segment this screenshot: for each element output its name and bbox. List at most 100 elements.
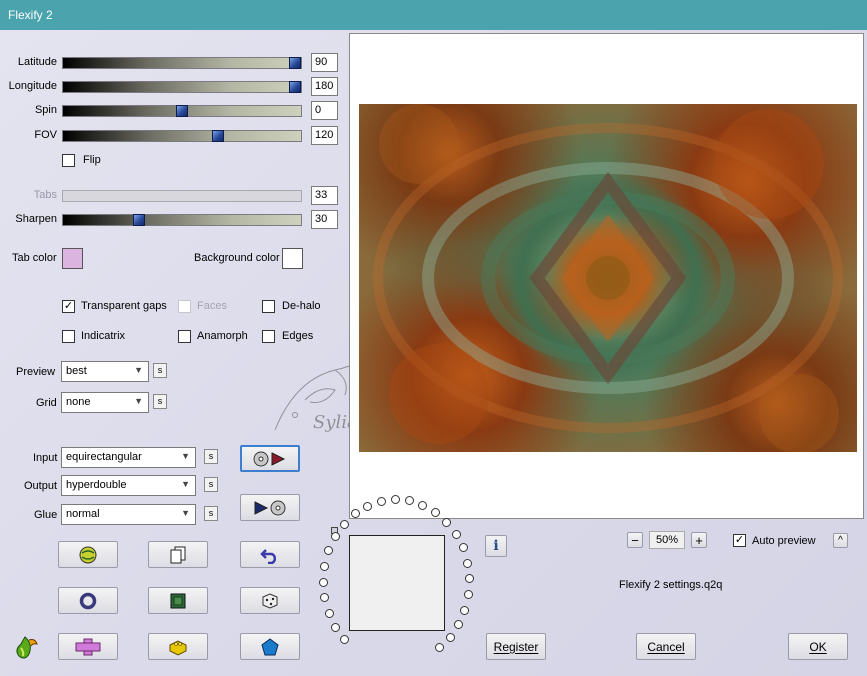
cancel-button[interactable]: Cancel (636, 633, 696, 660)
settings-filename: Flexify 2 settings.q2q (619, 579, 723, 591)
longitude-value-field[interactable]: 180 (311, 77, 338, 96)
randomize-button[interactable] (58, 541, 118, 568)
auto-preview-label: Auto preview (752, 535, 816, 547)
collapse-button[interactable]: ^ (833, 533, 848, 548)
navigator-dot (431, 508, 440, 517)
transparent-gaps-label: Transparent gaps (81, 300, 167, 312)
navigator-dot (325, 609, 334, 618)
sharpen-slider[interactable] (62, 214, 302, 226)
ring-button[interactable] (58, 587, 118, 614)
navigator-dot (377, 497, 386, 506)
navigator-dot (331, 623, 340, 632)
register-button[interactable]: Register (486, 633, 546, 660)
sharpen-value-field[interactable]: 30 (311, 210, 338, 229)
fov-value-field[interactable]: 120 (311, 126, 338, 145)
spin-value-field[interactable]: 0 (311, 101, 338, 120)
chevron-down-icon: ▼ (134, 396, 143, 406)
globe-icon (79, 546, 97, 563)
output-select[interactable]: hyperdouble ▼ (61, 475, 196, 496)
preview-image (359, 104, 857, 452)
tabs-value-field[interactable]: 33 (311, 186, 338, 205)
glue-select[interactable]: normal ▼ (61, 504, 196, 525)
copy-button[interactable] (148, 541, 208, 568)
anamorph-checkbox[interactable] (178, 330, 191, 343)
latitude-slider[interactable] (62, 57, 302, 69)
plus-icon: + (695, 532, 703, 548)
glue-label: Glue (34, 509, 58, 521)
longitude-slider[interactable] (62, 81, 302, 93)
ok-button[interactable]: OK (788, 633, 848, 660)
navigator-dot (465, 574, 474, 583)
tabs-label: Tabs (33, 189, 57, 201)
longitude-slider-thumb[interactable] (289, 81, 301, 93)
indicatrix-label: Indicatrix (81, 330, 126, 342)
preview-select-value: best (66, 365, 87, 377)
add-button[interactable] (58, 633, 118, 660)
output-to-input-button[interactable] (240, 494, 300, 521)
navigator-dot (460, 606, 469, 615)
navigator-dot (340, 520, 349, 529)
input-s-button[interactable]: s (204, 449, 218, 464)
chevron-down-icon: ▼ (181, 479, 190, 489)
navigator-dot (351, 509, 360, 518)
brick-button[interactable] (148, 633, 208, 660)
background-color-swatch[interactable] (282, 248, 303, 269)
navigator-dot (435, 643, 444, 652)
chevron-down-icon: ▼ (181, 508, 190, 518)
zoom-out-button[interactable]: − (627, 532, 643, 548)
preview-s-button[interactable]: s (153, 363, 167, 378)
latitude-slider-thumb[interactable] (289, 57, 301, 69)
ring-icon (79, 592, 97, 609)
output-label: Output (24, 480, 58, 492)
dehalo-checkbox[interactable] (262, 300, 275, 313)
preview-canvas[interactable] (349, 33, 864, 519)
latitude-value-field[interactable]: 90 (311, 53, 338, 72)
spin-slider-thumb[interactable] (176, 105, 188, 117)
output-s-button[interactable]: s (204, 477, 218, 492)
tab-color-label: Tab color (12, 252, 57, 264)
grid-select[interactable]: none ▼ (61, 392, 149, 413)
cancel-button-label: Cancel (647, 639, 685, 654)
tab-color-swatch[interactable] (62, 248, 83, 269)
output-select-value: hyperdouble (66, 479, 127, 491)
fov-slider[interactable] (62, 130, 302, 142)
navigator-dot (363, 502, 372, 511)
input-select[interactable]: equirectangular ▼ (61, 447, 196, 468)
sharpen-slider-thumb[interactable] (133, 214, 145, 226)
chevron-down-icon: ▼ (181, 451, 190, 461)
navigator-dot (418, 501, 427, 510)
plus-grid-icon (75, 638, 101, 655)
latitude-label: Latitude (17, 56, 57, 68)
pentagon-button[interactable] (240, 633, 300, 660)
navigator-thumbnail[interactable] (349, 535, 445, 631)
preview-label: Preview (16, 366, 56, 378)
preview-select[interactable]: best ▼ (61, 361, 149, 382)
copy-icon (170, 546, 186, 563)
grid-select-value: none (66, 396, 91, 408)
zoom-in-button[interactable]: + (691, 532, 707, 548)
glue-s-button[interactable]: s (204, 506, 218, 521)
navigator-dot (464, 590, 473, 599)
square-button[interactable] (148, 587, 208, 614)
flip-checkbox[interactable] (62, 154, 75, 167)
disc-to-play-icon (253, 451, 286, 466)
ok-button-label: OK (809, 639, 827, 654)
faces-checkbox[interactable] (178, 300, 191, 313)
navigator-dot (454, 620, 463, 629)
random-dice-button[interactable] (240, 587, 300, 614)
navigator-dot (340, 635, 349, 644)
chevron-up-icon: ^ (838, 535, 843, 546)
transparent-gaps-checkbox[interactable]: ✓ (62, 300, 75, 313)
play-to-disc-icon (254, 500, 286, 515)
navigator-dot (459, 543, 468, 552)
input-label: Input (33, 452, 58, 464)
auto-preview-checkbox[interactable]: ✓ (733, 534, 746, 547)
indicatrix-checkbox[interactable] (62, 330, 75, 343)
spin-slider[interactable] (62, 105, 302, 117)
navigator-dot (324, 546, 333, 555)
fov-slider-thumb[interactable] (212, 130, 224, 142)
navigator-dot (320, 562, 329, 571)
undo-button[interactable] (240, 541, 300, 568)
grid-s-button[interactable]: s (153, 394, 167, 409)
info-button[interactable]: i (485, 535, 507, 557)
